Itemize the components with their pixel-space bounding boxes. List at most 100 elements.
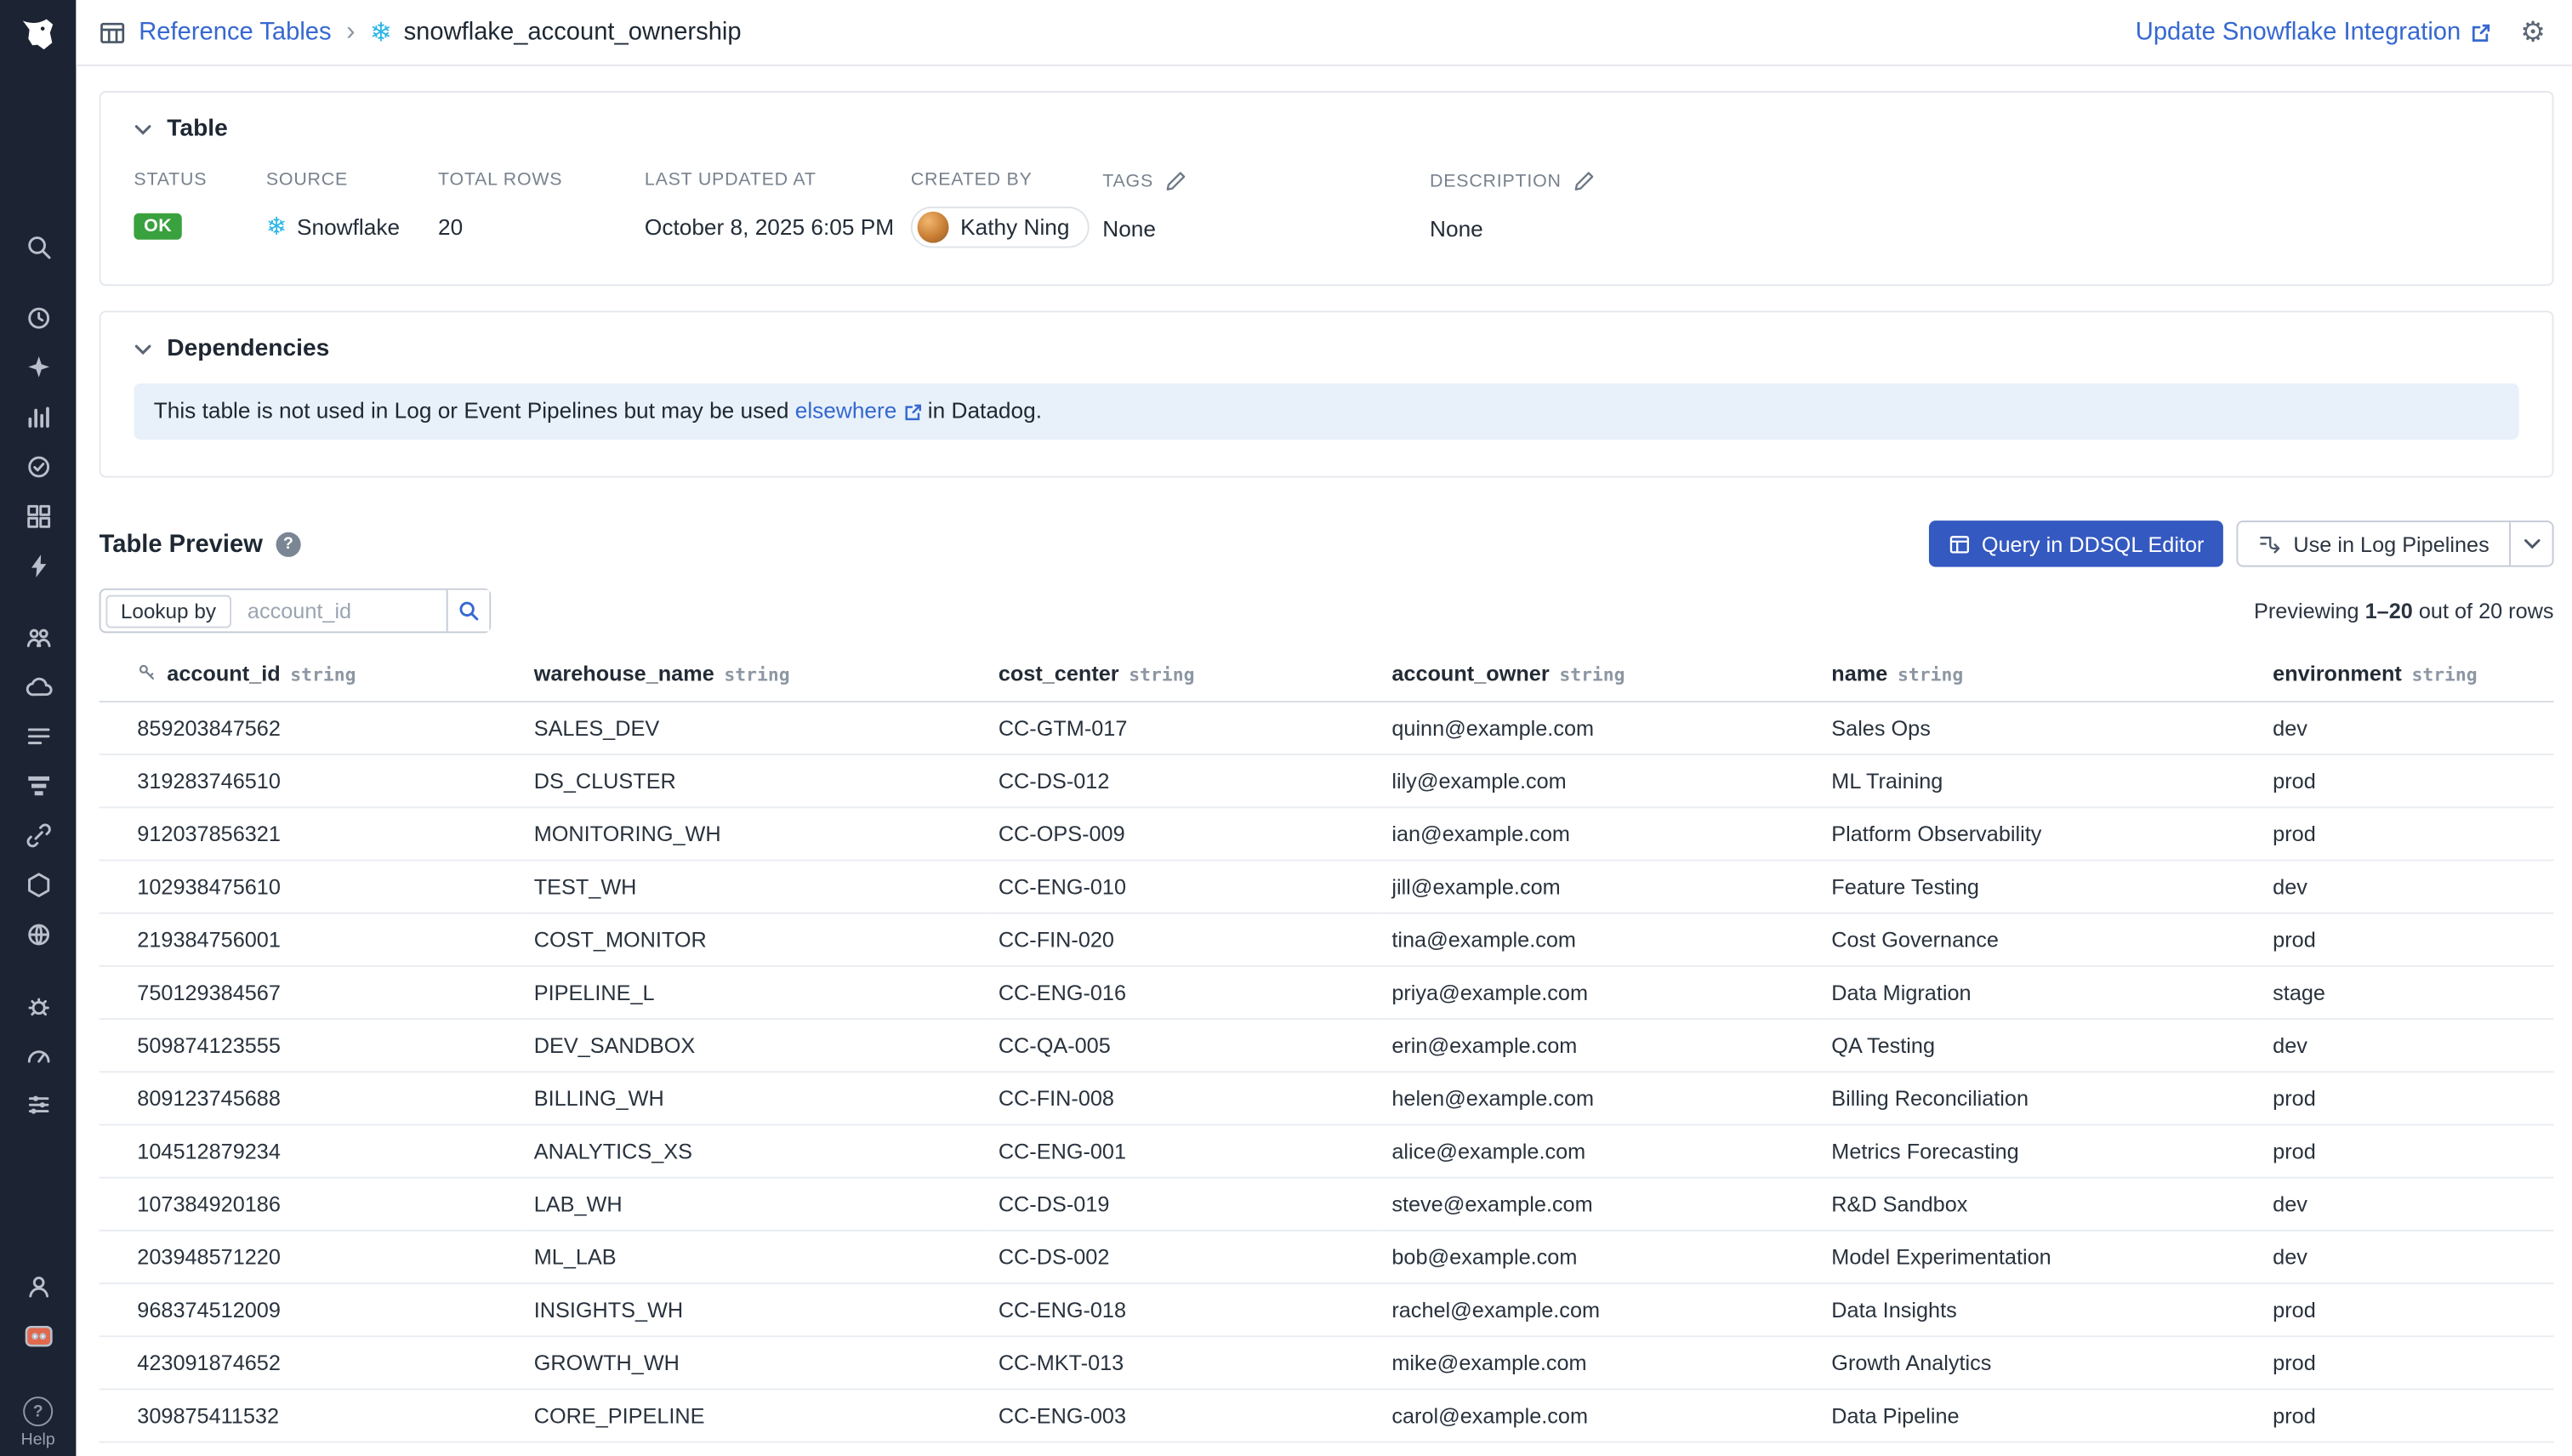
traces-icon[interactable]	[0, 760, 76, 810]
cell-environment: dev	[2260, 1019, 2554, 1072]
banner-text: in Datadog.	[922, 398, 1043, 423]
column-header-warehouse_name[interactable]: warehouse_namestring	[521, 650, 985, 702]
table-row[interactable]: 107384920186LAB_WHCC-DS-019steve@example…	[100, 1178, 2554, 1231]
dependencies-section-title: Dependencies	[167, 336, 329, 362]
dependencies-card: Dependencies This table is not used in L…	[100, 310, 2554, 477]
table-row[interactable]: 102938475610TEST_WHCC-ENG-010jill@exampl…	[100, 861, 2554, 913]
banner-text: This table is not used in Log or Event P…	[154, 398, 795, 423]
external-link-icon	[2471, 22, 2490, 42]
lookup-input[interactable]	[234, 599, 446, 623]
table-row[interactable]: 104512879234ANALYTICS_XSCC-ENG-001alice@…	[100, 1124, 2554, 1177]
table-row[interactable]: 968374512009INSIGHTS_WHCC-ENG-018rachel@…	[100, 1283, 2554, 1336]
infrastructure-icon[interactable]	[0, 661, 76, 710]
cell-name: R&D Sandbox	[1818, 1178, 2260, 1231]
datadog-logo[interactable]	[14, 12, 60, 58]
column-header-name[interactable]: namestring	[1818, 650, 2260, 702]
elsewhere-link[interactable]: elsewhere	[795, 396, 922, 426]
column-header-account_owner[interactable]: account_ownerstring	[1379, 650, 1818, 702]
chevron-down-icon	[134, 343, 151, 355]
breadcrumb-reference-tables[interactable]: Reference Tables	[139, 18, 331, 46]
field-description: DESCRIPTION None	[1430, 170, 2519, 247]
cell-cost_center: CC-ENG-016	[985, 966, 1379, 1019]
table-row[interactable]: 319283746510DS_CLUSTERCC-DS-012lily@exam…	[100, 754, 2554, 807]
apm-icon[interactable]	[0, 810, 76, 859]
cell-name: Billing Reconciliation	[1818, 1072, 2260, 1124]
edit-description-icon[interactable]	[1573, 170, 1594, 191]
cell-environment: prod	[2260, 1283, 2554, 1336]
cell-warehouse_name: COST_MONITOR	[521, 913, 985, 966]
use-in-log-pipelines-button[interactable]: Use in Log Pipelines	[2239, 522, 2509, 566]
pipelines-dropdown-caret[interactable]	[2509, 522, 2552, 566]
field-tags: TAGS None	[1102, 170, 1430, 247]
query-ddsql-button[interactable]: Query in DDSQL Editor	[1929, 520, 2224, 566]
dependencies-banner: This table is not used in Log or Event P…	[134, 384, 2518, 440]
table-row[interactable]: 703984512009EXPERIMENTAL_WHCC-DS-007grac…	[100, 1442, 2554, 1456]
cell-account_id: 219384756001	[100, 913, 521, 966]
cell-environment: dev	[2260, 861, 2554, 913]
cell-warehouse_name: BILLING_WH	[521, 1072, 985, 1124]
cell-cost_center: CC-GTM-017	[985, 702, 1379, 754]
column-header-environment[interactable]: environmentstring	[2260, 650, 2554, 702]
table-section-toggle[interactable]: Table	[134, 116, 2518, 142]
table-row[interactable]: 203948571220ML_LABCC-DS-002bob@example.c…	[100, 1231, 2554, 1283]
cell-warehouse_name: DEV_SANDBOX	[521, 1019, 985, 1072]
table-row[interactable]: 509874123555DEV_SANDBOXCC-QA-005erin@exa…	[100, 1019, 2554, 1072]
avatar	[918, 212, 949, 243]
column-header-cost_center[interactable]: cost_centerstring	[985, 650, 1379, 702]
creator-pill[interactable]: Kathy Ning	[911, 207, 1090, 248]
synthetics-icon[interactable]	[0, 909, 76, 958]
security-icon[interactable]	[0, 980, 76, 1029]
help-icon[interactable]	[23, 1396, 53, 1426]
watchdog-icon[interactable]	[0, 342, 76, 391]
settings-sliders-icon[interactable]	[0, 1079, 76, 1129]
slo-icon[interactable]	[0, 1030, 76, 1079]
software-catalog-icon[interactable]	[0, 860, 76, 909]
status-badge: OK	[134, 213, 182, 240]
pipelines-icon	[2259, 533, 2282, 555]
cell-environment: prod	[2260, 754, 2554, 807]
sidebar-bottom: Help	[0, 1261, 76, 1450]
bits-ai-icon[interactable]	[0, 1311, 76, 1360]
help-circle-icon[interactable]	[276, 532, 300, 556]
table-row[interactable]: 912037856321MONITORING_WHCC-OPS-009ian@e…	[100, 807, 2554, 860]
edit-tags-icon[interactable]	[1165, 170, 1186, 191]
update-snowflake-integration-link[interactable]: Update Snowflake Integration	[2136, 18, 2490, 46]
cell-environment: dev	[2260, 702, 2554, 754]
table-row[interactable]: 219384756001COST_MONITORCC-FIN-020tina@e…	[100, 913, 2554, 966]
table-row[interactable]: 809123745688BILLING_WHCC-FIN-008helen@ex…	[100, 1072, 2554, 1124]
cell-name: Sales Ops	[1818, 702, 2260, 754]
previewing-range: 1–20	[2365, 599, 2413, 623]
tags-value: None	[1102, 208, 1430, 248]
table-row[interactable]: 309875411532CORE_PIPELINECC-ENG-003carol…	[100, 1389, 2554, 1442]
service-catalog-icon[interactable]	[0, 611, 76, 661]
search-icon[interactable]	[0, 221, 76, 270]
table-row[interactable]: 750129384567PIPELINE_LCC-ENG-016priya@ex…	[100, 966, 2554, 1019]
snowflake-icon: ❄	[266, 212, 287, 242]
key-icon	[137, 663, 156, 682]
cell-environment: stage	[2260, 966, 2554, 1019]
top-bar: Reference Tables › ❄ snowflake_account_o…	[76, 0, 2572, 66]
app: Help Reference Tables › ❄ snowflake_acco…	[0, 0, 2572, 1456]
dependencies-section-toggle[interactable]: Dependencies	[134, 336, 2518, 362]
user-icon[interactable]	[0, 1261, 76, 1311]
dashboards-icon[interactable]	[0, 491, 76, 540]
events-icon[interactable]	[0, 540, 76, 589]
table-preview-title: Table Preview	[100, 530, 263, 558]
cell-account_owner: alice@example.com	[1379, 1124, 1818, 1177]
table-row[interactable]: 859203847562SALES_DEVCC-GTM-017quinn@exa…	[100, 702, 2554, 754]
settings-gear-icon[interactable]: ⚙	[2520, 15, 2546, 48]
history-icon[interactable]	[0, 293, 76, 342]
cell-name: Platform Observability	[1818, 807, 2260, 860]
logs-icon[interactable]	[0, 711, 76, 760]
metrics-icon[interactable]	[0, 392, 76, 441]
monitors-icon[interactable]	[0, 441, 76, 491]
field-last-updated: LAST UPDATED AT October 8, 2025 6:05 PM	[645, 170, 911, 247]
use-in-log-pipelines-label: Use in Log Pipelines	[2293, 532, 2489, 556]
cell-account_id: 423091874652	[100, 1336, 521, 1389]
column-header-account_id[interactable]: account_idstring	[100, 650, 521, 702]
preview-table-body: 859203847562SALES_DEVCC-GTM-017quinn@exa…	[100, 702, 2554, 1456]
table-row[interactable]: 423091874652GROWTH_WHCC-MKT-013mike@exam…	[100, 1336, 2554, 1389]
cell-account_owner: carol@example.com	[1379, 1389, 1818, 1442]
lookup-search-button[interactable]	[446, 590, 489, 632]
sidebar-nav	[0, 221, 76, 1129]
